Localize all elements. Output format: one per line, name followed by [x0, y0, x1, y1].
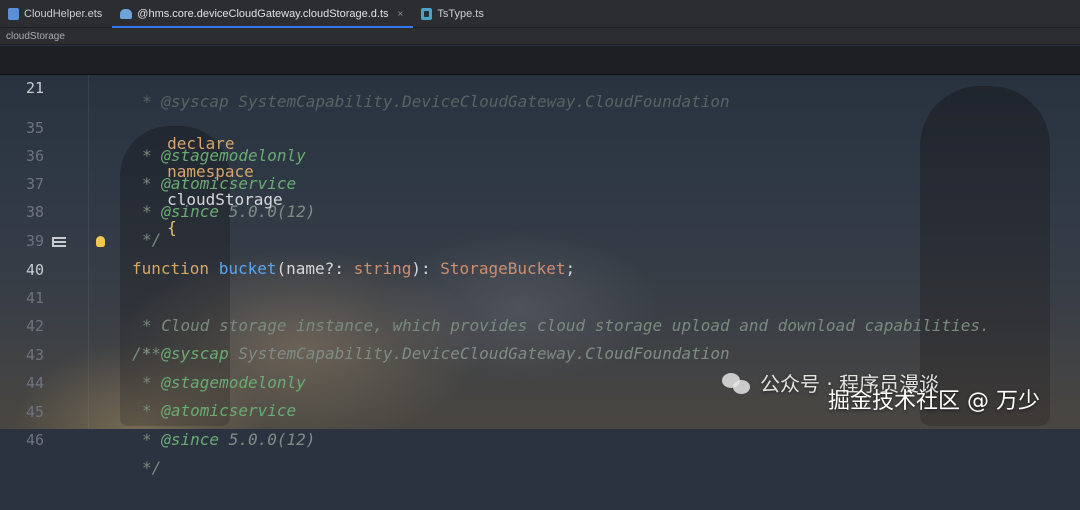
tab-label: CloudHelper.ets [24, 8, 103, 20]
wechat-icon [722, 371, 752, 395]
sticky-scroll-header[interactable]: 21 declare namespace cloudStorage { [0, 46, 1080, 237]
tab-cloudhelper[interactable]: CloudHelper.ets [0, 1, 112, 27]
keyword-declare: declare [167, 134, 235, 153]
open-brace: { [167, 218, 177, 237]
comment-end: */ [142, 458, 162, 477]
editor-tab-bar: CloudHelper.ets @hms.core.deviceCloudGat… [0, 0, 1080, 28]
code-line: 43 * @stagemodelonly [0, 313, 1080, 392]
cloud-file-icon [120, 9, 133, 19]
tab-label: @hms.core.deviceCloudGateway.cloudStorag… [137, 8, 389, 20]
breadcrumb-item[interactable]: cloudStorage [6, 31, 65, 42]
line-number: 46 [25, 431, 44, 449]
code-line: 44 * @atomicservice [0, 341, 1080, 420]
jsdoc-tag: @since [161, 430, 220, 449]
tab-label: TsType.ts [437, 8, 484, 20]
ets-file-icon [8, 8, 19, 20]
namespace-name: cloudStorage [167, 190, 283, 209]
documentation-toggle-icon[interactable] [52, 237, 66, 247]
ts-file-icon [421, 8, 433, 20]
close-tab-icon[interactable]: × [398, 9, 404, 20]
juejin-watermark: 掘金技术社区 @ 万少 [828, 389, 1040, 414]
code-line: 21 declare namespace cloudStorage { [0, 46, 1080, 237]
breadcrumb[interactable]: cloudStorage [0, 28, 1080, 45]
keyword-namespace: namespace [167, 162, 254, 181]
jsdoc-value: 5.0.0(12) [228, 430, 316, 449]
tab-cloudstorage-dts[interactable]: @hms.core.deviceCloudGateway.cloudStorag… [112, 1, 414, 28]
line-number: 21 [25, 79, 44, 97]
tab-tstype[interactable]: TsType.ts [413, 1, 493, 27]
code-line: 42 * @syscap SystemCapability.DeviceClou… [0, 284, 1080, 363]
